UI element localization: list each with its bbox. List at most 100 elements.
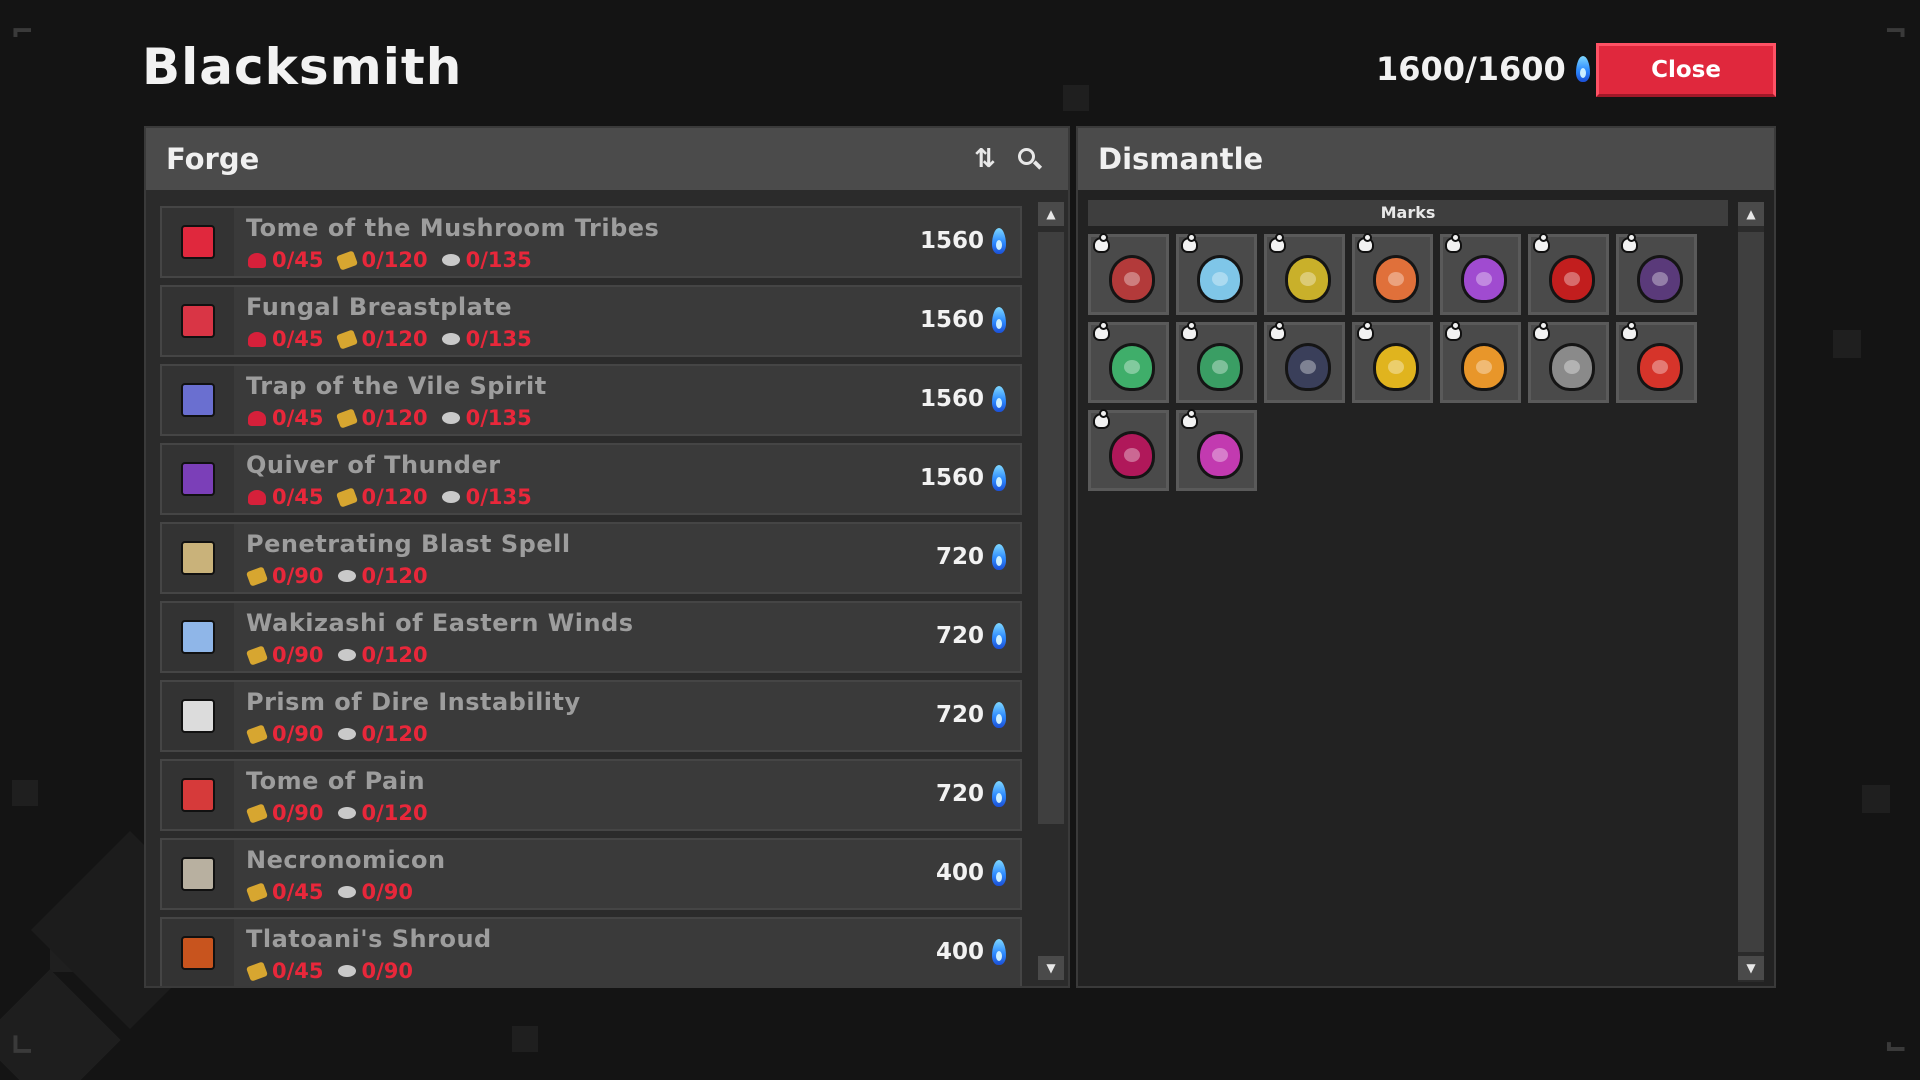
recipe-row[interactable]: Tlatoani's Shroud 0/45 0/90 400: [160, 917, 1022, 986]
mark-slot[interactable]: [1088, 321, 1169, 403]
search-icon[interactable]: [1014, 144, 1044, 174]
scroll-up-button[interactable]: ▲: [1038, 202, 1064, 226]
recipe-row[interactable]: Wakizashi of Eastern Winds 0/90 0/120 720: [160, 601, 1022, 673]
forge-title: Forge: [166, 142, 260, 176]
silver-ore-icon: [337, 807, 356, 819]
scroll-down-button[interactable]: ▼: [1038, 956, 1064, 980]
green-face-mark-icon: [1109, 343, 1155, 391]
material-requirement: 0/120: [337, 722, 428, 746]
recipe-name: Wakizashi of Eastern Winds: [246, 609, 634, 637]
recipe-cost: 720: [936, 781, 1006, 807]
material-amount: 0/135: [465, 485, 532, 509]
mark-slot[interactable]: [1176, 233, 1257, 315]
forge-panel: Forge ⇅ Tome of the Mushroom Tribes 0/45 0…: [144, 126, 1070, 988]
gold-ore-icon: [335, 249, 358, 271]
dismantle-bag-icon: [1181, 409, 1198, 429]
recipe-icon-slot: [162, 919, 234, 986]
blue-flame-icon: [992, 228, 1006, 254]
scroll-up-button[interactable]: ▲: [1738, 202, 1764, 226]
dismantle-bag-icon: [1621, 321, 1638, 341]
material-requirement: 0/120: [337, 643, 428, 667]
cost-value: 720: [935, 544, 984, 570]
material-amount: 0/45: [272, 248, 324, 272]
recipe-row[interactable]: Necronomicon 0/45 0/90 400: [160, 838, 1022, 910]
heart-shard-icon: [248, 331, 266, 347]
scroll-thumb[interactable]: [1738, 232, 1764, 952]
item-sprite-icon: [181, 857, 215, 891]
green-gold-mark-icon: [1285, 255, 1331, 303]
mark-slot[interactable]: [1616, 233, 1697, 315]
scroll-down-button[interactable]: ▼: [1738, 956, 1764, 980]
recipe-name: Tome of Pain: [246, 767, 426, 795]
mark-slot[interactable]: [1440, 233, 1521, 315]
sort-arrows-icon[interactable]: ⇅: [970, 144, 1000, 174]
mark-slot[interactable]: [1176, 321, 1257, 403]
dismantle-bag-icon: [1181, 321, 1198, 341]
bg-square: [1862, 785, 1890, 813]
shadow-pink-mark-icon: [1109, 431, 1155, 479]
material-amount: 0/120: [361, 406, 428, 430]
recipe-icon-slot: [162, 682, 234, 750]
recipe-row[interactable]: Tome of the Mushroom Tribes 0/45 0/120 0/13…: [160, 206, 1022, 278]
dismantle-panel: Dismantle Marks ▲ ▼: [1076, 126, 1776, 988]
dismantle-scrollbar[interactable]: ▲ ▼: [1738, 202, 1764, 982]
mark-slot[interactable]: [1088, 409, 1169, 491]
dismantle-bag-icon: [1445, 233, 1462, 253]
flame-mask-mark-icon: [1637, 343, 1683, 391]
recipe-icon-slot: [162, 208, 234, 276]
recipe-materials: 0/90 0/120: [245, 643, 428, 667]
red-mask-mark-icon: [1109, 255, 1155, 303]
recipe-row[interactable]: Trap of the Vile Spirit 0/45 0/120 0/135 156…: [160, 364, 1022, 436]
cost-value: 720: [935, 702, 984, 728]
mark-slot[interactable]: [1440, 321, 1521, 403]
blue-flame-icon: [992, 939, 1006, 965]
recipe-materials: 0/90 0/120: [245, 564, 428, 588]
recipe-row[interactable]: Quiver of Thunder 0/45 0/120 0/135 1560: [160, 443, 1022, 515]
close-button[interactable]: Close: [1596, 43, 1776, 97]
corner-ornament: ¬: [1885, 12, 1906, 52]
mark-slot[interactable]: [1352, 321, 1433, 403]
recipe-cost: 400: [936, 860, 1006, 886]
dismantle-bag-icon: [1621, 233, 1638, 253]
item-sprite-icon: [181, 620, 215, 654]
material-requirement: 0/45: [248, 327, 324, 351]
recipe-icon-slot: [162, 445, 234, 513]
mark-slot[interactable]: [1528, 321, 1609, 403]
mark-slot[interactable]: [1352, 233, 1433, 315]
material-amount: 0/135: [465, 248, 532, 272]
recipe-row[interactable]: Prism of Dire Instability 0/90 0/120 720: [160, 680, 1022, 752]
recipe-materials: 0/90 0/120: [245, 801, 428, 825]
material-amount: 0/90: [272, 801, 324, 825]
recipe-row[interactable]: Tome of Pain 0/90 0/120 720: [160, 759, 1022, 831]
recipe-row[interactable]: Penetrating Blast Spell 0/90 0/120 720: [160, 522, 1022, 594]
mark-slot[interactable]: [1616, 321, 1697, 403]
material-amount: 0/90: [272, 722, 324, 746]
bg-square: [1063, 85, 1089, 111]
material-requirement: 0/90: [337, 959, 413, 983]
mark-slot[interactable]: [1088, 233, 1169, 315]
black-gold-mark-icon: [1373, 343, 1419, 391]
recipe-materials: 0/45 0/90: [245, 959, 413, 983]
mark-slot[interactable]: [1264, 233, 1345, 315]
material-amount: 0/90: [272, 564, 324, 588]
recipe-cost: 720: [936, 623, 1006, 649]
mark-slot[interactable]: [1176, 409, 1257, 491]
mark-slot[interactable]: [1528, 233, 1609, 315]
recipe-cost: 400: [936, 939, 1006, 965]
material-amount: 0/45: [272, 327, 324, 351]
dismantle-bag-icon: [1093, 321, 1110, 341]
recipe-icon-slot: [162, 761, 234, 829]
blue-flame-icon: [992, 465, 1006, 491]
recipe-list: Tome of the Mushroom Tribes 0/45 0/120 0/13…: [160, 206, 1022, 986]
heart-shard-icon: [248, 489, 266, 505]
gold-ore-icon: [245, 723, 269, 745]
mark-slot[interactable]: [1264, 321, 1345, 403]
blue-flame-icon: [992, 307, 1006, 333]
material-amount: 0/120: [361, 722, 428, 746]
recipe-cost: 720: [936, 702, 1006, 728]
forge-scrollbar[interactable]: ▲ ▼: [1038, 202, 1064, 982]
material-requirement: 0/45: [245, 959, 324, 983]
recipe-row[interactable]: Fungal Breastplate 0/45 0/120 0/135 1560: [160, 285, 1022, 357]
material-amount: 0/45: [272, 959, 324, 983]
scroll-thumb[interactable]: [1038, 232, 1064, 824]
